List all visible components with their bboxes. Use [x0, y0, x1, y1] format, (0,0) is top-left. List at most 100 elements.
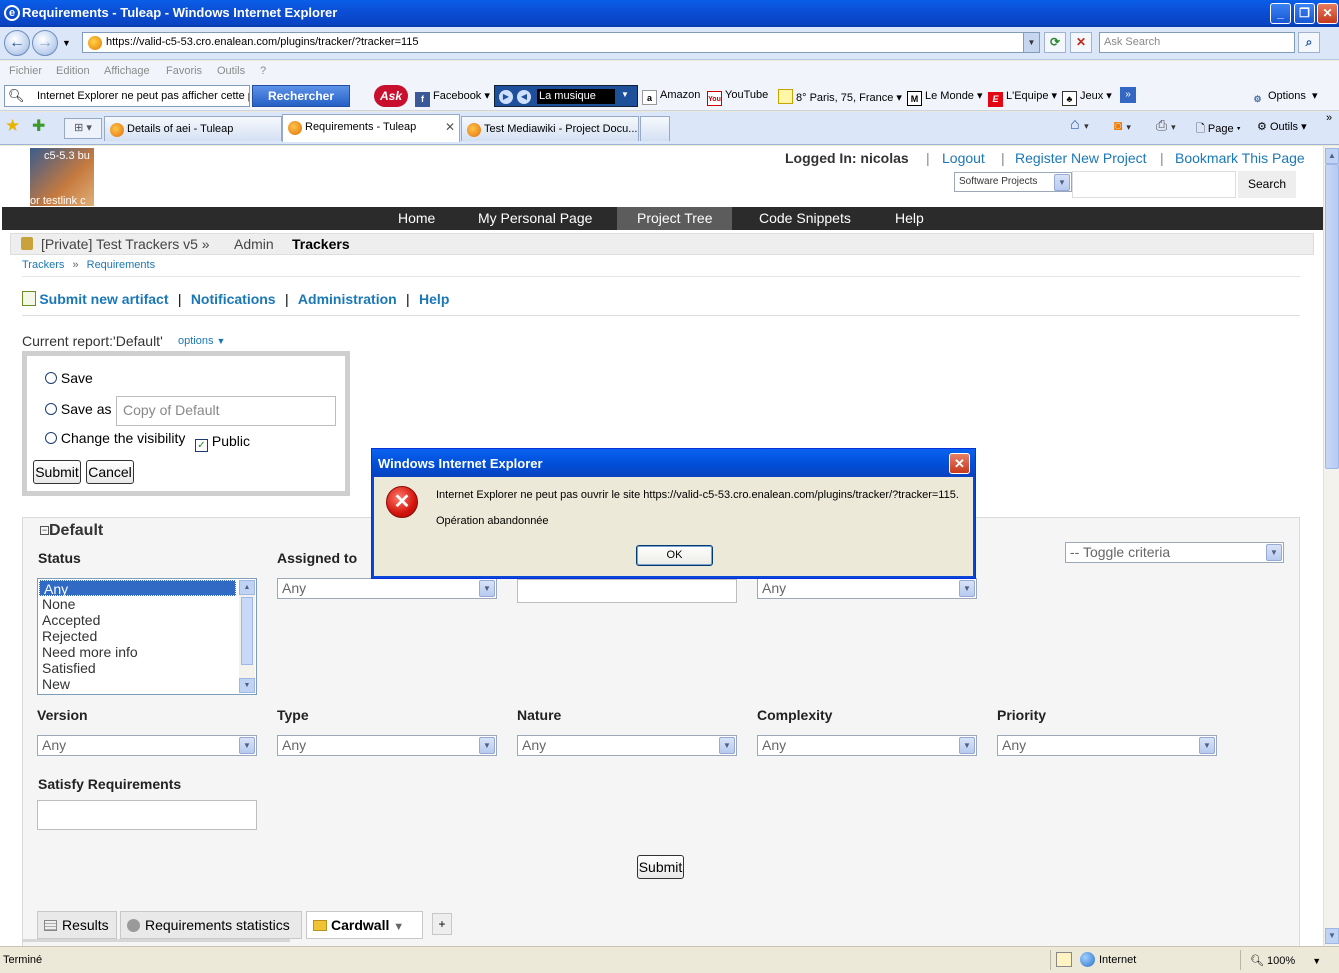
tab-requirements-statistics[interactable]: Requirements statistics — [120, 911, 302, 939]
menu-affichage[interactable]: Affichage — [104, 65, 150, 77]
project-admin-link[interactable]: Admin — [234, 236, 274, 252]
history-dropdown-icon[interactable]: ▼ — [62, 38, 71, 48]
favorites-star-icon[interactable]: ★ — [5, 116, 20, 136]
ask-search-input[interactable]: Ask Search — [1099, 32, 1295, 53]
scroll-up-icon[interactable]: ▲ — [239, 580, 255, 595]
status-option[interactable]: Need more info — [38, 644, 256, 660]
report-submit-button[interactable]: Submit — [33, 460, 81, 484]
home-icon[interactable]: ⌂ ▾ — [1070, 116, 1089, 134]
menu-help[interactable]: ? — [260, 65, 266, 77]
save-as-option[interactable]: Save as — [45, 401, 111, 417]
stop-button[interactable]: ✕ — [1070, 32, 1092, 53]
nav-my-personal-page[interactable]: My Personal Page — [458, 207, 612, 230]
status-option[interactable]: Rejected — [38, 628, 256, 644]
rechercher-button[interactable]: Rechercher — [252, 85, 350, 107]
criteria-submit-button[interactable]: Submit — [637, 855, 684, 879]
page-scrollbar[interactable]: ▲ ▼ — [1323, 146, 1339, 946]
toolbar-youtube[interactable]: You YouTube — [707, 89, 768, 106]
music-dropdown-icon[interactable]: ▼ — [621, 90, 629, 99]
protected-mode-icon[interactable] — [1056, 952, 1072, 967]
toolbar-facebook[interactable]: f Facebook ▾ — [415, 89, 490, 107]
project-name[interactable]: [Private] Test Trackers v5 » — [41, 236, 210, 252]
tab-details-of-aei[interactable]: Details of aei - Tuleap — [104, 116, 282, 141]
close-tab-icon[interactable]: ✕ — [445, 120, 455, 134]
close-window-button[interactable]: ✕ — [1317, 3, 1338, 24]
save-as-radio[interactable] — [45, 403, 57, 415]
ok-button[interactable]: OK — [636, 545, 713, 566]
nav-home[interactable]: Home — [378, 207, 455, 230]
assigned-to-select[interactable]: Any ▼ — [277, 578, 497, 599]
toolbar-amazon[interactable]: a Amazon — [642, 89, 700, 105]
report-options-toggle[interactable]: options ▼ — [178, 335, 225, 347]
help-link[interactable]: Help — [419, 291, 449, 307]
chevron-more-icon[interactable]: » — [1120, 87, 1136, 103]
administration-link[interactable]: Administration — [298, 291, 397, 307]
status-option[interactable]: Any — [39, 580, 236, 597]
toolbar-weather[interactable]: 8° Paris, 75, France ▾ — [778, 89, 902, 104]
new-tab-button[interactable] — [640, 116, 670, 141]
tab-test-mediawiki[interactable]: Test Mediawiki - Project Docu... — [461, 116, 639, 141]
search-icon[interactable]: ⌕ — [1298, 32, 1320, 53]
toolbar-options[interactable]: ⚙ Options ▾ — [1250, 89, 1317, 107]
menu-outils[interactable]: Outils — [217, 65, 245, 77]
rss-icon[interactable]: ◙ ▾ — [1114, 117, 1131, 133]
version-select[interactable]: Any ▼ — [37, 735, 257, 756]
satisfy-requirements-input[interactable] — [37, 800, 257, 830]
save-radio[interactable] — [45, 372, 57, 384]
site-logo[interactable]: c5-5.3 bu or testlink c — [30, 148, 94, 206]
toolbar-music-player[interactable]: ▶ ◀ La musique ▼ — [494, 85, 638, 107]
print-icon[interactable]: ⎙ ▾ — [1156, 117, 1176, 134]
priority-select[interactable]: Any ▼ — [997, 735, 1217, 756]
nature-select[interactable]: Any ▼ — [517, 735, 737, 756]
breadcrumb-trackers[interactable]: Trackers — [22, 259, 64, 271]
scroll-thumb[interactable] — [241, 597, 253, 665]
play-icon[interactable]: ▶ — [499, 90, 513, 104]
forward-button[interactable]: → — [32, 30, 58, 56]
status-option[interactable]: New — [38, 676, 256, 692]
maximize-button[interactable]: ❐ — [1294, 3, 1315, 24]
tab-results[interactable]: Results — [37, 911, 117, 939]
menu-edition[interactable]: Edition — [56, 65, 90, 77]
nav-code-snippets[interactable]: Code Snippets — [739, 207, 871, 230]
quick-tabs-button[interactable]: ⊞ ▾ — [64, 118, 102, 139]
toggle-criteria-select[interactable]: -- Toggle criteria ▼ — [1065, 542, 1284, 563]
status-option[interactable]: Accepted — [38, 612, 256, 628]
toolbar-search-input[interactable]: 🔍︎ Internet Explorer ne peut pas affiche… — [4, 85, 250, 107]
chevron-down-icon[interactable]: ▼ — [393, 921, 404, 933]
status-option[interactable]: Satisfied — [38, 660, 256, 676]
tab-requirements[interactable]: Requirements - Tuleap ✕ — [282, 114, 460, 142]
status-option[interactable]: None — [38, 596, 256, 612]
site-search-button[interactable]: Search — [1238, 171, 1296, 198]
tab-cardwall[interactable]: Cardwall ▼ — [306, 911, 423, 939]
scroll-up-icon[interactable]: ▲ — [1325, 148, 1339, 164]
ask-logo-icon[interactable]: Ask — [374, 85, 408, 107]
menu-favoris[interactable]: Favoris — [166, 65, 202, 77]
visibility-radio[interactable] — [45, 432, 57, 444]
url-dropdown-icon[interactable]: ▼ — [1023, 33, 1039, 52]
search-scope-select[interactable]: Software Projects ▼ — [954, 172, 1072, 192]
save-option[interactable]: Save — [45, 370, 93, 386]
nav-project-tree[interactable]: Project Tree — [617, 207, 733, 230]
more-commands-icon[interactable]: » — [1326, 112, 1332, 124]
breadcrumb-requirements[interactable]: Requirements — [87, 259, 155, 271]
url-field[interactable]: https://valid-c5-53.cro.enalean.com/plug… — [82, 32, 1040, 53]
menu-fichier[interactable]: Fichier — [9, 65, 42, 77]
complexity-select[interactable]: Any ▼ — [757, 735, 977, 756]
register-project-link[interactable]: Register New Project — [1015, 150, 1147, 166]
refresh-button[interactable]: ⟳ — [1044, 32, 1066, 53]
toolbar-lemonde[interactable]: M Le Monde ▾ — [907, 89, 983, 106]
add-renderer-button[interactable]: + — [432, 913, 452, 935]
bookmark-page-link[interactable]: Bookmark This Page — [1175, 150, 1305, 166]
criteria-select-4[interactable]: Any ▼ — [757, 578, 977, 599]
toolbar-jeux[interactable]: ♣ Jeux ▾ — [1062, 89, 1112, 106]
save-as-input[interactable]: Copy of Default — [116, 396, 336, 426]
public-checkbox[interactable]: ✓ Public — [195, 433, 250, 452]
visibility-option[interactable]: Change the visibility — [45, 430, 185, 446]
submit-new-artifact-link[interactable]: Submit new artifact — [39, 291, 168, 307]
volume-icon[interactable]: ◀ — [517, 90, 531, 104]
scroll-down-icon[interactable]: ▼ — [239, 678, 255, 693]
logout-link[interactable]: Logout — [942, 150, 985, 166]
criteria-text-input[interactable] — [517, 579, 737, 603]
minimize-button[interactable]: _ — [1270, 3, 1291, 24]
site-search-input[interactable] — [1072, 171, 1236, 198]
